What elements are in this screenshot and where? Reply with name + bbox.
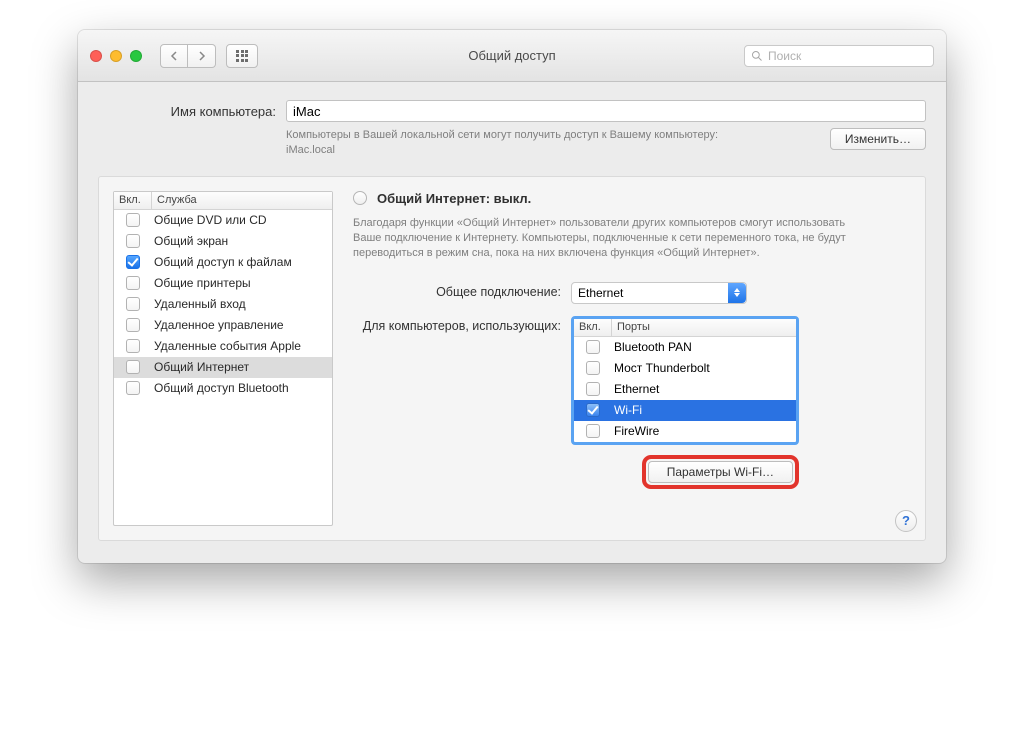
computer-name-label: Имя компьютера: (98, 104, 276, 119)
port-row[interactable]: Wi-Fi (574, 400, 796, 421)
computer-name-description: Компьютеры в Вашей локальной сети могут … (286, 128, 726, 158)
service-row[interactable]: Общий экран (114, 231, 332, 252)
port-checkbox[interactable] (586, 361, 600, 375)
ports-col-name: Порты (612, 319, 796, 336)
ports-body: Bluetooth PAN Мост Thunderbolt Ethernet Wi-… (574, 337, 796, 442)
computer-name-field[interactable] (286, 100, 926, 122)
service-label: Общий экран (152, 234, 332, 248)
port-row[interactable]: Мост Thunderbolt (574, 358, 796, 379)
share-from-value: Ethernet (578, 286, 623, 300)
computer-name-row: Имя компьютера: (98, 100, 926, 122)
port-label: Bluetooth PAN (612, 340, 796, 354)
computer-name-subrow: Компьютеры в Вашей локальной сети могут … (98, 128, 926, 158)
service-label: Удаленный вход (152, 297, 332, 311)
service-row[interactable]: Общий доступ Bluetooth (114, 378, 332, 399)
detail-form: Общее подключение: Ethernet Для компьюте… (353, 282, 911, 489)
service-label: Общий доступ к файлам (152, 255, 332, 269)
to-computers-row: Для компьютеров, использующих: Вкл. Порт… (353, 316, 911, 489)
port-label: Ethernet (612, 382, 796, 396)
port-label: Мост Thunderbolt (612, 361, 796, 375)
to-computers-label: Для компьютеров, использующих: (353, 316, 571, 489)
sharing-preferences-window: Общий доступ Поиск Имя компьютера: Компь… (78, 30, 946, 563)
service-row[interactable]: Общие DVD или CD (114, 210, 332, 231)
port-checkbox[interactable] (586, 382, 600, 396)
edit-button[interactable]: Изменить… (830, 128, 926, 150)
service-checkbox[interactable] (126, 297, 140, 311)
services-header: Вкл. Служба (114, 192, 332, 210)
window-controls (90, 50, 142, 62)
wifi-options-highlight: Параметры Wi-Fi… (642, 455, 799, 489)
service-row[interactable]: Общий Интернет (114, 357, 332, 378)
port-checkbox[interactable] (586, 424, 600, 438)
minimize-icon[interactable] (110, 50, 122, 62)
zoom-icon[interactable] (130, 50, 142, 62)
service-checkbox[interactable] (126, 360, 140, 374)
service-checkbox[interactable] (126, 276, 140, 290)
col-service: Служба (152, 192, 332, 209)
share-from-select[interactable]: Ethernet (571, 282, 747, 304)
service-row[interactable]: Удаленное управление (114, 315, 332, 336)
show-all-button[interactable] (226, 44, 258, 68)
select-arrows-icon (728, 283, 746, 303)
ports-col-enabled: Вкл. (574, 319, 612, 336)
chevron-right-icon (198, 51, 206, 61)
service-label: Удаленные события Apple (152, 339, 332, 353)
chevron-left-icon (170, 51, 178, 61)
share-from-row: Общее подключение: Ethernet (353, 282, 911, 304)
detail-header: Общий Интернет: выкл. (353, 191, 911, 206)
wifi-options-row: Параметры Wi-Fi… (571, 455, 799, 489)
toolbar-navigation (160, 44, 216, 68)
service-label: Общий доступ Bluetooth (152, 381, 332, 395)
status-radio[interactable] (353, 191, 367, 205)
search-icon (751, 50, 763, 62)
forward-button[interactable] (188, 44, 216, 68)
service-checkbox[interactable] (126, 234, 140, 248)
service-row[interactable]: Общие принтеры (114, 273, 332, 294)
ports-list: Вкл. Порты Bluetooth PAN Мост Thunderbolt… (571, 316, 799, 445)
service-checkbox[interactable] (126, 318, 140, 332)
close-icon[interactable] (90, 50, 102, 62)
sharing-panel: Вкл. Служба Общие DVD или CDОбщий экранО… (98, 176, 926, 541)
services-list: Вкл. Служба Общие DVD или CDОбщий экранО… (113, 191, 333, 526)
ports-header: Вкл. Порты (574, 319, 796, 337)
service-detail: Общий Интернет: выкл. Благодаря функции … (353, 191, 911, 526)
service-checkbox[interactable] (126, 255, 140, 269)
detail-title: Общий Интернет: выкл. (377, 191, 531, 206)
search-field[interactable]: Поиск (744, 45, 934, 67)
back-button[interactable] (160, 44, 188, 68)
port-row[interactable]: Bluetooth PAN (574, 337, 796, 358)
wifi-options-button[interactable]: Параметры Wi-Fi… (648, 461, 793, 483)
service-label: Общие принтеры (152, 276, 332, 290)
port-label: FireWire (612, 424, 796, 438)
port-row[interactable]: Ethernet (574, 379, 796, 400)
share-from-label: Общее подключение: (353, 282, 571, 304)
service-label: Удаленное управление (152, 318, 332, 332)
services-body: Общие DVD или CD Общий экран Общий доступ … (114, 210, 332, 525)
port-checkbox[interactable] (586, 340, 600, 354)
service-checkbox[interactable] (126, 213, 140, 227)
service-checkbox[interactable] (126, 339, 140, 353)
detail-description: Благодаря функции «Общий Интернет» польз… (353, 216, 873, 262)
service-label: Общий Интернет (152, 360, 332, 374)
service-row[interactable]: Общий доступ к файлам (114, 252, 332, 273)
service-label: Общие DVD или CD (152, 213, 332, 227)
col-enabled: Вкл. (114, 192, 152, 209)
port-row[interactable]: FireWire (574, 421, 796, 442)
port-label: Wi-Fi (612, 403, 796, 417)
content-area: Имя компьютера: Компьютеры в Вашей локал… (78, 82, 946, 563)
grid-icon (236, 50, 248, 62)
port-checkbox[interactable] (586, 403, 600, 417)
help-button[interactable]: ? (895, 510, 917, 532)
service-row[interactable]: Удаленные события Apple (114, 336, 332, 357)
search-placeholder: Поиск (768, 49, 801, 63)
titlebar: Общий доступ Поиск (78, 30, 946, 82)
service-row[interactable]: Удаленный вход (114, 294, 332, 315)
service-checkbox[interactable] (126, 381, 140, 395)
